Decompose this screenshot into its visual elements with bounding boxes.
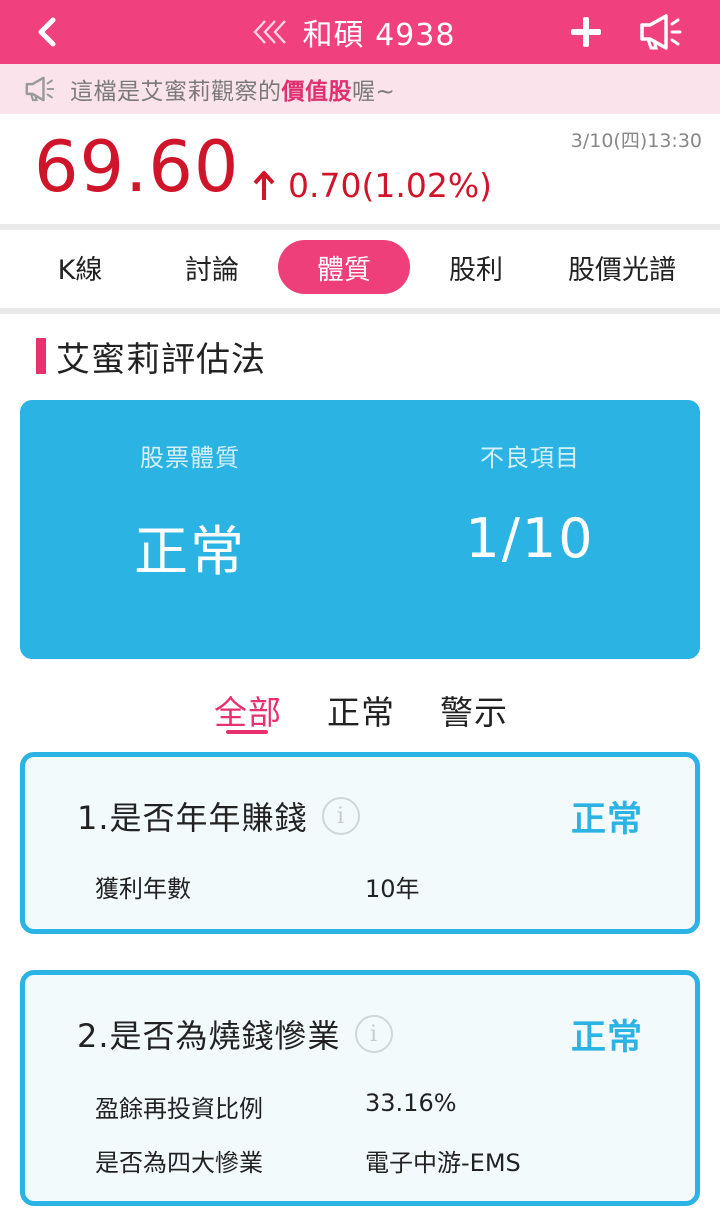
info-icon[interactable]: i (354, 1015, 393, 1053)
criteria-card: 2.是否為燒錢慘業 i 正常 盈餘再投資比例 33.16% 是否為四大慘業 電子… (20, 970, 700, 1206)
tab-discussion[interactable]: 討論 (162, 240, 262, 294)
info-icon[interactable]: i (321, 797, 360, 835)
back-button[interactable] (30, 12, 64, 52)
summary-health: 股票體質 正常 (60, 438, 320, 586)
tab-fundamentals[interactable]: 體質 (278, 240, 410, 294)
criteria-status: 正常 (570, 1018, 643, 1058)
criteria-row-key: 盈餘再投資比例 (95, 1095, 263, 1123)
price-change: 0.70(1.02%) (252, 166, 492, 205)
summary-bad-items-label: 不良項目 (480, 444, 580, 472)
filter-bar: 全部 正常 警示 (0, 680, 720, 740)
add-watchlist-button[interactable] (566, 8, 606, 56)
criteria-row: 獲利年數 10年 (95, 869, 420, 904)
notice-prefix: 這檔是艾蜜莉觀察的 (70, 79, 282, 105)
summary-health-label: 股票體質 (140, 444, 240, 472)
filter-normal[interactable]: 正常 (327, 686, 395, 734)
filter-all[interactable]: 全部 (214, 686, 282, 734)
criteria-status: 正常 (570, 800, 643, 840)
section-accent-bar (36, 338, 46, 374)
criteria-row-key: 獲利年數 (95, 875, 191, 903)
criteria-card: 1.是否年年賺錢 i 正常 獲利年數 10年 (20, 752, 700, 934)
criteria-row-value: 33.16% (365, 1089, 457, 1117)
summary-health-value: 正常 (134, 520, 246, 583)
arrow-up-icon (253, 170, 275, 200)
megaphone-icon (640, 14, 682, 50)
criteria-title: 1.是否年年賺錢 i (77, 793, 360, 839)
notice-text: 這檔是艾蜜莉觀察的價值股喔~ (70, 72, 395, 106)
filter-active-indicator (226, 730, 268, 734)
price-value: 69.60 (34, 126, 240, 208)
notice-bar: 這檔是艾蜜莉觀察的價值股喔~ (0, 64, 720, 114)
summary-bad-items: 不良項目 1/10 (400, 438, 660, 570)
notice-highlight: 價值股 (281, 79, 352, 105)
criteria-row-key: 是否為四大慘業 (95, 1149, 263, 1177)
plus-icon (571, 17, 601, 47)
criteria-title-text: 2.是否為燒錢慘業 (77, 1017, 341, 1055)
criteria-title-text: 1.是否年年賺錢 (77, 799, 308, 837)
double-chevron-left-icon (252, 20, 286, 44)
stock-switcher[interactable]: 和碩 4938 (251, 10, 456, 54)
tab-price-spectrum[interactable]: 股價光譜 (554, 240, 690, 294)
filter-warning[interactable]: 警示 (440, 686, 508, 734)
criteria-row: 盈餘再投資比例 33.16% (95, 1089, 457, 1124)
tab-dividend[interactable]: 股利 (426, 240, 526, 294)
section-title: 艾蜜莉評估法 (56, 339, 266, 380)
announce-button[interactable] (636, 6, 686, 58)
summary-bad-items-value: 1/10 (465, 507, 595, 570)
criteria-title: 2.是否為燒錢慘業 i (77, 1011, 393, 1057)
quote-panel: 69.60 0.70(1.02%) 3/10(四)13:30 (0, 114, 720, 224)
notice-suffix: 喔~ (352, 79, 396, 105)
criteria-row-value: 10年 (365, 875, 420, 903)
page-title: 和碩 4938 (302, 18, 456, 53)
chevron-left-icon (38, 17, 56, 47)
megaphone-icon (25, 76, 55, 102)
tab-kline[interactable]: K線 (30, 240, 130, 294)
criteria-row-value: 電子中游-EMS (365, 1149, 521, 1177)
top-app-bar: 和碩 4938 (0, 0, 720, 64)
divider (0, 308, 720, 314)
section-header: 艾蜜莉評估法 (36, 334, 266, 380)
tab-bar: K線 討論 體質 股利 股價光譜 (0, 230, 720, 308)
summary-card: 股票體質 正常 不良項目 1/10 (20, 400, 700, 659)
quote-timestamp: 3/10(四)13:30 (570, 130, 702, 152)
criteria-row: 是否為四大慘業 電子中游-EMS (95, 1143, 521, 1178)
price-change-text: 0.70(1.02%) (288, 166, 493, 205)
